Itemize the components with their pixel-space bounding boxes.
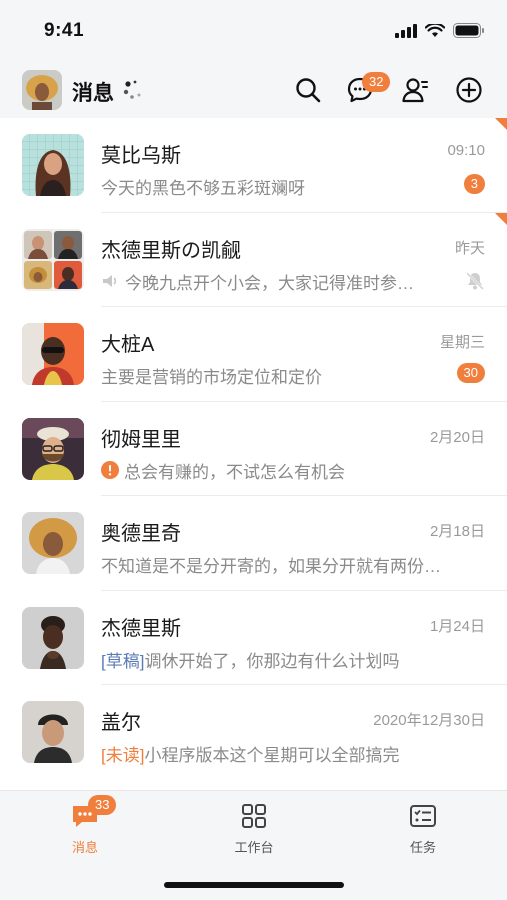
tab-badge: 33: [88, 795, 117, 815]
group-avatar: [22, 228, 84, 291]
conversation-time: 2月20日: [429, 428, 485, 446]
chat-badge: 32: [362, 72, 391, 92]
conversation-time: 1月24日: [429, 617, 485, 635]
avatar: [22, 134, 84, 196]
conversation-name: 彻姆里里: [101, 428, 181, 451]
loading-icon: [123, 80, 141, 99]
conversation-item[interactable]: 盖尔 2020年12月30日 [未读] 小程序版本这个星期可以全部搞完: [0, 685, 507, 780]
tab-messages[interactable]: 33 消息: [45, 795, 125, 856]
avatar: [22, 512, 84, 574]
pinned-marker: [495, 212, 507, 225]
unread-tag: [未读]: [101, 746, 145, 765]
battery-icon: [453, 23, 484, 38]
conversation-preview: [未读] 小程序版本这个星期可以全部搞完: [101, 741, 485, 766]
conversation-item[interactable]: 大桩A 星期三 主要是营销的市场定位和定价 30: [0, 307, 507, 402]
preview-text: 调休开始了，你那边有什么计划吗: [144, 651, 400, 671]
preview-text: 今天的黑色不够五彩斑斓呀: [101, 179, 305, 198]
avatar: [22, 417, 84, 480]
conversation-item[interactable]: 莫比乌斯 09:10 今天的黑色不够五彩斑斓呀 3: [0, 118, 507, 213]
tab-label: 消息: [71, 840, 98, 855]
page-title: 消息: [72, 82, 114, 105]
nav-bar: 消息 32: [0, 62, 507, 118]
wifi-icon: [425, 23, 445, 37]
unread-badge: 30: [456, 363, 485, 383]
preview-text: 小程序版本这个星期可以全部搞完: [144, 746, 400, 765]
conversation-name: 莫比乌斯: [101, 145, 181, 167]
conversation-name: 盖尔: [101, 712, 141, 734]
conversation-preview: 不知道是不是分开寄的，如果分开就有两份…: [101, 552, 485, 577]
pinned-marker: [495, 118, 507, 130]
add-button[interactable]: [453, 74, 485, 106]
conversation-time: 2月18日: [429, 523, 485, 540]
task-list-icon: [410, 805, 436, 827]
preview-text: 主要是营销的市场定位和定价: [101, 368, 322, 387]
avatar: [22, 323, 84, 385]
draft-tag: [草稿]: [101, 651, 145, 671]
search-button[interactable]: [292, 74, 324, 106]
plus-circle-icon: [456, 77, 482, 103]
status-bar: 9:41: [0, 0, 507, 62]
conversation-list: 莫比乌斯 09:10 今天的黑色不够五彩斑斓呀 3 杰德里斯の凯觎 昨天 今晚九…: [0, 118, 507, 780]
conversation-time: 2020年12月30日: [373, 712, 485, 729]
contacts-icon: [402, 78, 428, 103]
tab-label: 工作台: [234, 840, 274, 855]
tab-label: 任务: [409, 840, 436, 855]
preview-text: 总会有赚的，不试怎么有机会: [124, 462, 345, 482]
user-avatar[interactable]: [22, 70, 62, 110]
home-indicator: [164, 882, 344, 888]
contacts-button[interactable]: [399, 74, 431, 106]
error-icon: [101, 461, 119, 479]
avatar: [22, 606, 84, 669]
conversation-time: 星期三: [439, 334, 485, 351]
conversation-name: 大桩A: [101, 334, 155, 356]
status-time: 9:41: [44, 20, 85, 41]
grid-icon: [242, 804, 266, 828]
conversation-item[interactable]: 杰德里斯の凯觎 昨天 今晚九点开个小会，大家记得准时参…: [0, 212, 507, 307]
conversation-item[interactable]: 奥德里奇 2月18日 不知道是不是分开寄的，如果分开就有两份…: [0, 496, 507, 591]
conversation-name: 杰德里斯の凯觎: [101, 239, 241, 262]
conversation-time: 昨天: [454, 239, 485, 257]
tab-workbench[interactable]: 工作台: [214, 801, 294, 856]
conversation-preview: 总会有赚的，不试怎么有机会: [101, 458, 451, 483]
conversation-item[interactable]: 杰德里斯 1月24日 [草稿] 调休开始了，你那边有什么计划吗: [0, 590, 507, 685]
preview-text: 不知道是不是分开寄的，如果分开就有两份…: [101, 557, 441, 576]
conversation-time: 09:10: [447, 142, 485, 159]
tab-tasks[interactable]: 任务: [383, 801, 463, 856]
conversation-preview: 今晚九点开个小会，大家记得准时参…: [101, 269, 451, 294]
preview-text: 今晚九点开个小会，大家记得准时参…: [125, 273, 414, 293]
conversation-name: 杰德里斯: [101, 617, 181, 640]
conversation-item[interactable]: 彻姆里里 2月20日 总会有赚的，不试怎么有机会: [0, 401, 507, 496]
unread-badge: 3: [463, 174, 485, 194]
voice-icon: [103, 275, 117, 287]
conversation-preview: [草稿] 调休开始了，你那边有什么计划吗: [101, 647, 485, 672]
conversation-preview: 主要是营销的市场定位和定价: [101, 363, 451, 388]
conversation-name: 奥德里奇: [101, 523, 181, 545]
signal-icon: [395, 23, 417, 38]
status-indicators: [395, 23, 485, 38]
conversation-preview: 今天的黑色不够五彩斑斓呀: [101, 174, 451, 199]
avatar: [22, 701, 84, 763]
search-icon: [296, 78, 321, 103]
mute-bell-icon: [466, 271, 484, 290]
